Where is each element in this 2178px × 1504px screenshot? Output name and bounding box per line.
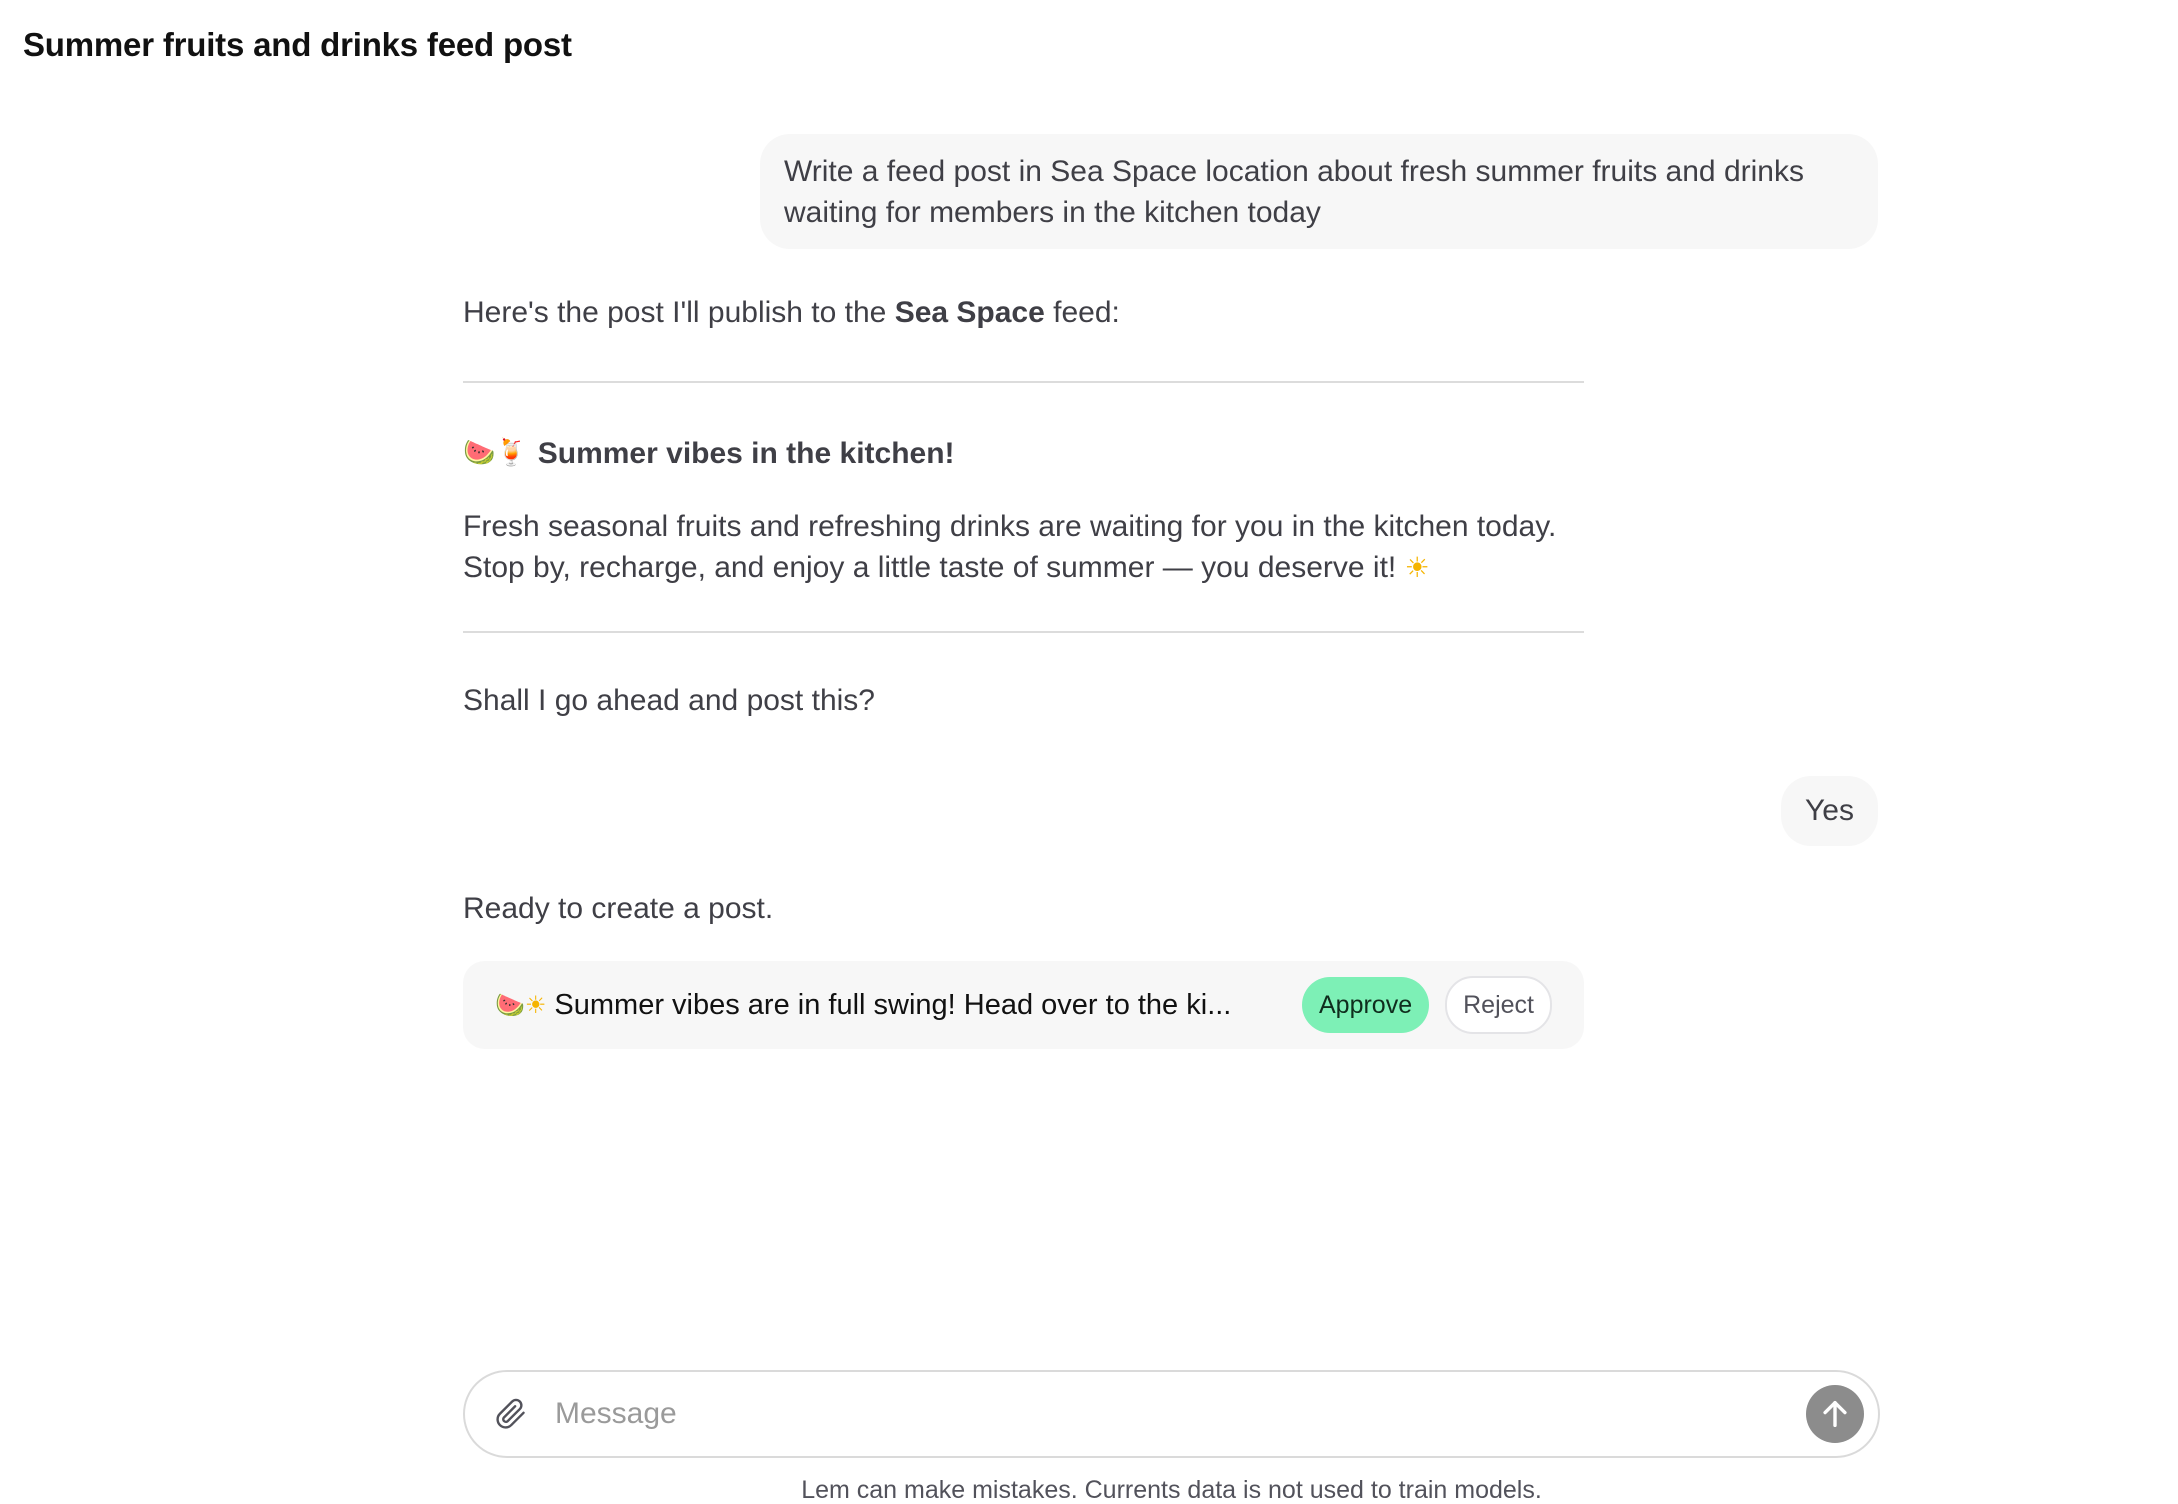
intro-location: Sea Space [894, 296, 1045, 329]
user-message-bubble: Write a feed post in Sea Space location … [760, 134, 1878, 249]
divider-top [463, 381, 1584, 383]
message-composer [463, 1370, 1880, 1458]
user-reply-bubble: Yes [1781, 776, 1878, 846]
watermelon-sun-emoji: 🍉☀ [495, 991, 547, 1019]
divider-bottom [463, 631, 1584, 633]
assistant-intro: Here's the post I'll publish to the Sea … [463, 292, 1120, 333]
post-preview: 🍉☀ Summer vibes are in full swing! Head … [495, 989, 1278, 1022]
intro-suffix: feed: [1044, 296, 1120, 329]
disclaimer: Lem can make mistakes. Currents data is … [801, 1476, 1542, 1504]
send-button[interactable] [1806, 1385, 1864, 1443]
ready-text: Ready to create a post. [463, 892, 774, 925]
approve-button[interactable]: Approve [1302, 977, 1430, 1033]
watermelon-drink-emoji: 🍉🍹 [463, 438, 528, 468]
paperclip-icon[interactable] [493, 1396, 529, 1432]
post-preview-text: Summer vibes are in full swing! Head ove… [554, 988, 1232, 1021]
reject-button[interactable]: Reject [1445, 976, 1552, 1034]
post-body: Fresh seasonal fruits and refreshing dri… [463, 506, 1584, 588]
post-heading: 🍉🍹 Summer vibes in the kitchen! [463, 433, 955, 474]
post-body-line-2-text: Stop by, recharge, and enjoy a little ta… [463, 551, 1397, 584]
post-body-line-1: Fresh seasonal fruits and refreshing dri… [463, 510, 1557, 543]
arrow-up-icon [1823, 1400, 1847, 1428]
post-heading-text: Summer vibes in the kitchen! [537, 437, 955, 470]
intro-prefix: Here's the post I'll publish to the [463, 296, 895, 329]
page-title: Summer fruits and drinks feed post [23, 26, 572, 63]
message-input[interactable] [553, 1396, 1806, 1432]
chat-page: Summer fruits and drinks feed post Write… [0, 0, 2178, 1504]
post-approval-card: 🍉☀ Summer vibes are in full swing! Head … [463, 961, 1584, 1049]
sun-emoji: ☀ [1404, 551, 1430, 584]
post-body-line-2: Stop by, recharge, and enjoy a little ta… [463, 547, 1584, 588]
confirm-question: Shall I go ahead and post this? [463, 684, 875, 717]
